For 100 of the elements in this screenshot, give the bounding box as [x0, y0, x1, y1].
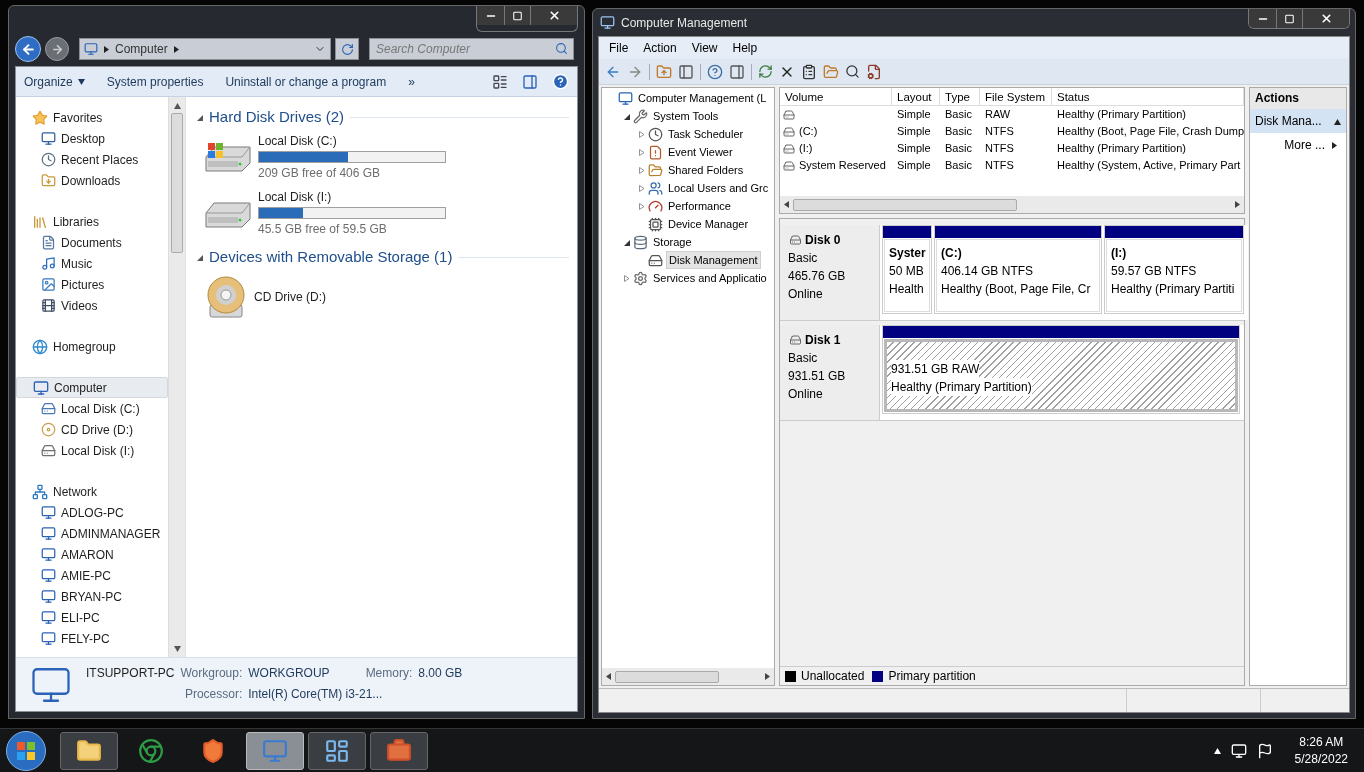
toolbar-button[interactable]: » — [408, 72, 415, 91]
sidebar-item[interactable]: AMIE-PC — [16, 565, 168, 586]
sidebar-item[interactable]: Network — [16, 481, 168, 502]
tree-item[interactable]: Computer Management (L — [636, 89, 769, 107]
horizontal-scrollbar[interactable] — [602, 668, 774, 685]
column-header[interactable]: Status — [1052, 88, 1244, 105]
collapsed-icon[interactable] — [638, 166, 645, 174]
scroll-down-icon[interactable] — [173, 645, 181, 652]
action-link[interactable]: More ... — [1250, 133, 1346, 157]
settings-icon[interactable] — [866, 63, 882, 80]
refresh-icon[interactable] — [758, 64, 773, 79]
sidebar-scrollbar[interactable] — [168, 97, 185, 657]
toolbar-button[interactable]: Organize — [24, 72, 85, 91]
collapse-icon[interactable] — [196, 113, 203, 121]
close-button[interactable] — [531, 6, 577, 25]
sidebar-item[interactable]: Music — [16, 253, 168, 274]
scroll-right-icon[interactable] — [764, 673, 771, 680]
back-button[interactable] — [15, 36, 41, 62]
search-field[interactable]: Search Computer — [369, 38, 574, 60]
sidebar-item[interactable]: Favorites — [16, 107, 168, 128]
flag-icon[interactable] — [1256, 742, 1273, 759]
menu-item[interactable]: Action — [643, 39, 677, 57]
properties-icon[interactable] — [801, 63, 817, 80]
column-header[interactable]: Volume — [780, 88, 892, 105]
sidebar-item[interactable]: BRYAN-PC — [16, 586, 168, 607]
partition-block[interactable]: 931.51 GB RAW Healthy (Primary Partition) — [882, 325, 1240, 414]
clock[interactable]: 8:26 AM 5/28/2022 — [1294, 733, 1348, 768]
sidebar-item[interactable]: CD Drive (D:) — [16, 419, 168, 440]
network-icon[interactable] — [1230, 742, 1247, 759]
taskbar-button[interactable] — [60, 731, 118, 770]
scroll-left-icon[interactable] — [783, 201, 790, 208]
partition-block[interactable]: (C:) 406.14 GB NTFS Healthy (Boot, Page File, Cr — [934, 225, 1102, 314]
sidebar-item[interactable]: Videos — [16, 295, 168, 316]
expanded-icon[interactable] — [623, 112, 630, 120]
search-icon[interactable] — [845, 64, 860, 79]
toolbar-button[interactable]: Uninstall or change a program — [225, 72, 387, 91]
collapsed-icon[interactable] — [623, 274, 630, 282]
scroll-up-icon[interactable] — [173, 102, 181, 109]
scroll-left-icon[interactable] — [605, 673, 612, 680]
scroll-thumb[interactable] — [793, 198, 1017, 211]
scroll-thumb[interactable] — [615, 670, 719, 683]
column-header[interactable]: Layout — [892, 88, 940, 105]
tree-item[interactable]: Task Scheduler — [666, 125, 746, 143]
action-pane-icon[interactable] — [729, 63, 745, 80]
tree-item[interactable]: Event Viewer — [666, 143, 735, 161]
drive-name[interactable]: Local Disk (I:) — [258, 188, 446, 206]
view-options-icon[interactable] — [492, 73, 508, 90]
taskbar-button[interactable] — [308, 731, 366, 770]
tree-item[interactable]: Local Users and Grc — [666, 179, 771, 197]
preview-pane-icon[interactable] — [522, 73, 538, 90]
close-button[interactable] — [1303, 9, 1349, 28]
tree-item[interactable]: System Tools — [651, 107, 721, 125]
sidebar-item[interactable]: Downloads — [16, 170, 168, 191]
collapse-icon[interactable] — [196, 253, 203, 261]
toolbar-button[interactable]: System properties — [106, 72, 204, 91]
sidebar-item[interactable]: Desktop — [16, 128, 168, 149]
sidebar-item[interactable]: Recent Places — [16, 149, 168, 170]
refresh-button[interactable] — [335, 38, 359, 60]
column-header[interactable]: File System — [980, 88, 1052, 105]
sidebar-item[interactable]: FELY-PC — [16, 628, 168, 649]
action-section[interactable]: Disk Mana... — [1250, 109, 1346, 133]
open-folder-icon[interactable] — [823, 63, 839, 80]
tree-item[interactable]: Performance — [666, 197, 733, 215]
sidebar-item[interactable]: Homegroup — [16, 336, 168, 357]
sidebar-item[interactable]: ADLOG-PC — [16, 502, 168, 523]
menu-item[interactable]: View — [691, 39, 718, 57]
drive-name[interactable]: Local Disk (C:) — [258, 132, 446, 150]
partition-block[interactable]: Syster 50 MB Health — [882, 225, 932, 314]
column-header[interactable]: Type — [940, 88, 980, 105]
taskbar-button[interactable] — [370, 731, 428, 770]
sidebar-item[interactable]: Local Disk (I:) — [16, 440, 168, 461]
tree-item[interactable]: Device Manager — [666, 215, 751, 233]
show-hidden-icons[interactable] — [1213, 747, 1221, 754]
collapsed-icon[interactable] — [638, 148, 645, 156]
sidebar-item[interactable]: Pictures — [16, 274, 168, 295]
chevron-icon[interactable] — [103, 45, 110, 53]
collapsed-icon[interactable] — [638, 184, 645, 192]
maximize-button[interactable] — [505, 6, 531, 25]
minimize-button[interactable] — [477, 6, 505, 25]
sidebar-item[interactable]: Libraries — [16, 211, 168, 232]
tree-item[interactable]: Storage — [651, 233, 694, 251]
forward-button[interactable] — [45, 37, 69, 61]
tree-item[interactable]: Shared Folders — [666, 161, 746, 179]
sidebar-item[interactable]: ADMINMANAGER — [16, 523, 168, 544]
sidebar-item[interactable]: Local Disk (C:) — [16, 398, 168, 419]
address-segment[interactable]: Computer — [115, 40, 168, 58]
sidebar-item[interactable]: ELI-PC — [16, 607, 168, 628]
sidebar-item[interactable]: Documents — [16, 232, 168, 253]
console-tree-icon[interactable] — [678, 63, 694, 80]
help-icon[interactable] — [707, 63, 723, 80]
scroll-thumb[interactable] — [171, 113, 183, 253]
collapsed-icon[interactable] — [638, 130, 645, 138]
drive-name[interactable]: CD Drive (D:) — [254, 288, 326, 306]
maximize-button[interactable] — [1277, 9, 1303, 28]
expanded-icon[interactable] — [623, 238, 630, 246]
menu-item[interactable]: File — [609, 39, 629, 57]
chevron-icon[interactable] — [172, 45, 180, 53]
scroll-right-icon[interactable] — [1234, 201, 1241, 208]
tree-item[interactable]: Disk Management — [666, 250, 761, 270]
taskbar-button[interactable] — [246, 731, 304, 770]
